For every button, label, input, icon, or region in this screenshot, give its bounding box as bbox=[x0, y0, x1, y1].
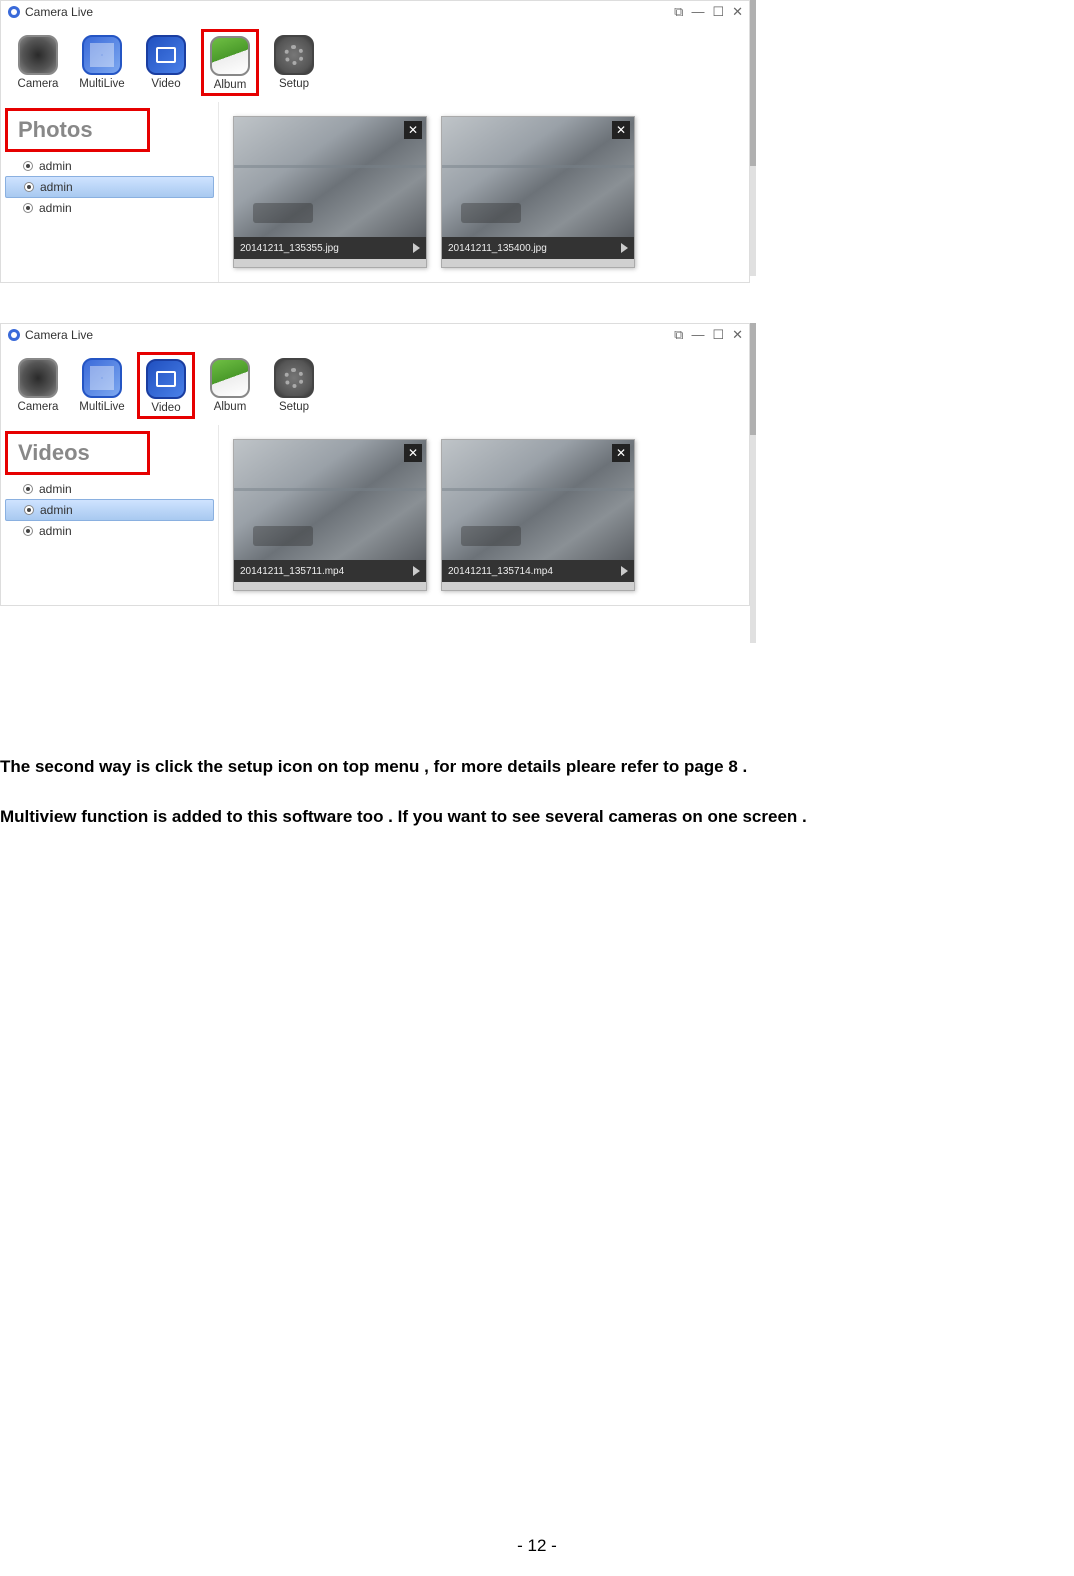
camera-icon bbox=[18, 358, 58, 398]
toolbar-label: MultiLive bbox=[79, 78, 124, 90]
titlebar: Camera Live ⧉ — ☐ ✕ bbox=[1, 1, 749, 23]
radio-icon bbox=[23, 526, 33, 536]
toolbar: Camera MultiLive Video Album Setup bbox=[1, 346, 749, 425]
maximize-icon[interactable]: ☐ bbox=[712, 4, 724, 20]
toolbar: Camera MultiLive Video Album Setup bbox=[1, 23, 749, 102]
close-icon[interactable]: ✕ bbox=[404, 121, 422, 139]
play-icon[interactable] bbox=[621, 243, 628, 253]
close-icon[interactable]: ✕ bbox=[732, 4, 743, 20]
video-thumbnail[interactable]: ✕ 20141211_135714.mp4 bbox=[441, 439, 635, 591]
sidebar-item[interactable]: admin bbox=[1, 521, 218, 541]
thumbnail-image bbox=[234, 117, 426, 237]
toolbar-video[interactable]: Video bbox=[137, 29, 195, 96]
radio-icon bbox=[23, 161, 33, 171]
window-title: Camera Live bbox=[25, 328, 93, 342]
sidebar-item[interactable]: admin bbox=[1, 198, 218, 218]
toolbar-setup[interactable]: Setup bbox=[265, 29, 323, 96]
toolbar-label: MultiLive bbox=[79, 401, 124, 413]
toolbar-label: Setup bbox=[279, 401, 309, 413]
close-icon[interactable]: ✕ bbox=[404, 444, 422, 462]
sidebar-item-label: admin bbox=[39, 524, 72, 538]
photo-thumbnail[interactable]: ✕ 20141211_135355.jpg bbox=[233, 116, 427, 268]
video-icon bbox=[146, 35, 186, 75]
popout-icon[interactable]: ⧉ bbox=[674, 327, 683, 343]
multilive-icon bbox=[82, 35, 122, 75]
body-paragraph: Multiview function is added to this soft… bbox=[0, 804, 1074, 830]
toolbar-label: Video bbox=[151, 78, 180, 90]
scrollbar[interactable] bbox=[750, 323, 756, 643]
sidebar-item[interactable]: admin bbox=[1, 156, 218, 176]
toolbar-album[interactable]: Album bbox=[201, 352, 259, 419]
close-icon[interactable]: ✕ bbox=[612, 444, 630, 462]
scrollbar[interactable] bbox=[750, 0, 756, 276]
photo-thumbnail[interactable]: ✕ 20141211_135400.jpg bbox=[441, 116, 635, 268]
radio-icon bbox=[23, 203, 33, 213]
setup-icon bbox=[274, 35, 314, 75]
maximize-icon[interactable]: ☐ bbox=[712, 327, 724, 343]
sidebar-item-label: admin bbox=[39, 201, 72, 215]
sidebar: Videos admin admin admin bbox=[1, 425, 219, 605]
toolbar-video[interactable]: Video bbox=[137, 352, 195, 419]
toolbar-label: Camera bbox=[18, 401, 59, 413]
window-title: Camera Live bbox=[25, 5, 93, 19]
camera-live-window-videos: Camera Live ⧉ — ☐ ✕ Camera MultiLive Vid… bbox=[0, 323, 750, 606]
close-icon[interactable]: ✕ bbox=[732, 327, 743, 343]
sidebar-item[interactable]: admin bbox=[5, 176, 214, 198]
titlebar: Camera Live ⧉ — ☐ ✕ bbox=[1, 324, 749, 346]
minimize-icon[interactable]: — bbox=[691, 327, 704, 343]
multilive-icon bbox=[82, 358, 122, 398]
sidebar: Photos admin admin admin bbox=[1, 102, 219, 282]
toolbar-camera[interactable]: Camera bbox=[9, 29, 67, 96]
radio-icon bbox=[24, 505, 34, 515]
sidebar-item-label: admin bbox=[39, 159, 72, 173]
video-icon bbox=[146, 359, 186, 399]
thumbnail-filename: 20141211_135355.jpg bbox=[240, 243, 339, 254]
toolbar-setup[interactable]: Setup bbox=[265, 352, 323, 419]
popout-icon[interactable]: ⧉ bbox=[674, 4, 683, 20]
sidebar-item-label: admin bbox=[40, 180, 73, 194]
sidebar-title-photos: Photos bbox=[5, 108, 150, 152]
toolbar-label: Camera bbox=[18, 78, 59, 90]
close-icon[interactable]: ✕ bbox=[612, 121, 630, 139]
body-paragraph: The second way is click the setup icon o… bbox=[0, 754, 1074, 780]
page-number: - 12 - bbox=[0, 1536, 1074, 1556]
sidebar-item-label: admin bbox=[39, 482, 72, 496]
video-thumbnail[interactable]: ✕ 20141211_135711.mp4 bbox=[233, 439, 427, 591]
toolbar-multilive[interactable]: MultiLive bbox=[73, 352, 131, 419]
toolbar-label: Album bbox=[214, 79, 247, 91]
thumbnail-filename: 20141211_135714.mp4 bbox=[448, 566, 553, 577]
camera-live-window-photos: Camera Live ⧉ — ☐ ✕ Camera MultiLive Vid… bbox=[0, 0, 750, 283]
camera-icon bbox=[18, 35, 58, 75]
thumbnail-image bbox=[442, 117, 634, 237]
toolbar-label: Video bbox=[151, 402, 180, 414]
sidebar-title-videos: Videos bbox=[5, 431, 150, 475]
album-icon bbox=[210, 36, 250, 76]
thumbnail-grid: ✕ 20141211_135711.mp4 ✕ 20141211_135714.… bbox=[219, 425, 749, 605]
play-icon[interactable] bbox=[413, 566, 420, 576]
album-icon bbox=[210, 358, 250, 398]
thumbnail-filename: 20141211_135400.jpg bbox=[448, 243, 547, 254]
play-icon[interactable] bbox=[413, 243, 420, 253]
toolbar-label: Album bbox=[214, 401, 247, 413]
sidebar-item[interactable]: admin bbox=[1, 479, 218, 499]
radio-icon bbox=[23, 484, 33, 494]
toolbar-album[interactable]: Album bbox=[201, 29, 259, 96]
minimize-icon[interactable]: — bbox=[691, 4, 704, 20]
app-icon bbox=[7, 5, 21, 19]
sidebar-item[interactable]: admin bbox=[5, 499, 214, 521]
sidebar-item-label: admin bbox=[40, 503, 73, 517]
thumbnail-filename: 20141211_135711.mp4 bbox=[240, 566, 344, 577]
toolbar-multilive[interactable]: MultiLive bbox=[73, 29, 131, 96]
thumbnail-image bbox=[234, 440, 426, 560]
toolbar-camera[interactable]: Camera bbox=[9, 352, 67, 419]
radio-icon bbox=[24, 182, 34, 192]
setup-icon bbox=[274, 358, 314, 398]
play-icon[interactable] bbox=[621, 566, 628, 576]
thumbnail-grid: ✕ 20141211_135355.jpg ✕ 20141211_135400.… bbox=[219, 102, 749, 282]
app-icon bbox=[7, 328, 21, 342]
thumbnail-image bbox=[442, 440, 634, 560]
toolbar-label: Setup bbox=[279, 78, 309, 90]
